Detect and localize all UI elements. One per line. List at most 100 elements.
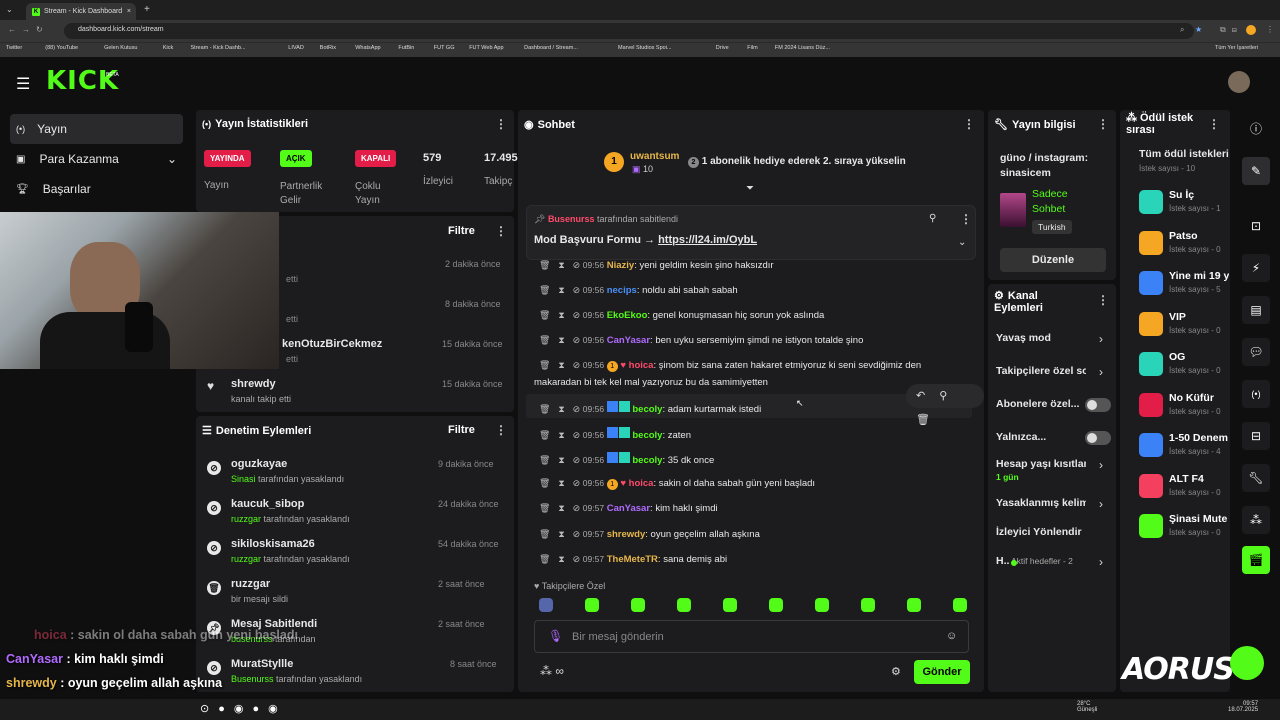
trash-icon[interactable]: 🗑︎	[539, 404, 550, 414]
channel-action[interactable]: Yalnızca...	[996, 431, 1086, 443]
all-bookmarks[interactable]: Tüm Yer İşaretleri	[1215, 45, 1258, 51]
mod-target[interactable]: kaucuk_sibop	[231, 498, 304, 510]
reward-name[interactable]: Su İç	[1169, 189, 1229, 201]
bookmark-item[interactable]: FUT GG	[434, 45, 455, 51]
bookmark-item[interactable]: Film	[747, 45, 757, 51]
timeout-icon[interactable]: ⧗	[558, 335, 564, 345]
trash-icon[interactable]: 🗑︎	[539, 310, 550, 320]
ban-icon[interactable]: ⊘	[573, 310, 581, 320]
bookmark-item[interactable]: Gelen Kutusu	[104, 45, 137, 51]
nav-arrows-icon[interactable]: ←→↻	[8, 25, 49, 34]
bookmark-item[interactable]: Twitter	[6, 45, 22, 51]
chevron-right-icon[interactable]: ›	[1099, 497, 1103, 511]
reward-name[interactable]: No Küfür	[1169, 392, 1229, 404]
sidebar-item-para-kazanma[interactable]: ▣ Para Kazanma ⌄	[10, 144, 183, 174]
emote-icon[interactable]	[723, 598, 737, 612]
close-tab-icon[interactable]: ×	[127, 8, 131, 15]
ban-icon[interactable]: ⊘	[573, 360, 581, 370]
browser-tab[interactable]: K Stream - Kick Dashboard ×	[26, 3, 136, 20]
emote-icon[interactable]	[585, 598, 599, 612]
chat-message[interactable]: 🗑︎ ⧗ ⊘ 09:56 CanYasar: ben uyku sersemiy…	[534, 335, 863, 346]
trash-icon[interactable]: 🗑︎	[539, 260, 550, 270]
bookmark-item[interactable]: Marvel Studios Spoi...	[618, 45, 672, 51]
chat-message[interactable]: 🗑︎ ⧗ ⊘ 09:56 becoly: adam kurtarmak iste…	[534, 401, 761, 415]
all-rewards[interactable]: Tüm ödül istekleri	[1139, 148, 1229, 160]
emote-icon[interactable]	[769, 598, 783, 612]
chat-message[interactable]: 🗑︎ ⧗ ⊘ 09:56 Niaziy: yeni geldim kesin ş…	[534, 260, 774, 271]
rewards-icon[interactable]: ⁂	[1242, 506, 1270, 534]
timeout-icon[interactable]: ⧗	[558, 404, 564, 414]
bookmark-item[interactable]: FUT Web App	[469, 45, 503, 51]
emote-icon[interactable]	[631, 598, 645, 612]
url-input[interactable]	[64, 23, 1194, 39]
info-menu-icon[interactable]: ⋮	[1097, 117, 1109, 131]
chat-message[interactable]: 🗑︎ ⧗ ⊘ 09:56 becoly: 35 dk once	[534, 452, 714, 466]
channel-action[interactable]: Takipçilere özel sol	[996, 365, 1086, 377]
trash-icon[interactable]: 🗑︎	[539, 554, 550, 564]
reward-name[interactable]: OG	[1169, 351, 1229, 363]
category-link[interactable]: Sadece Sohbet	[1032, 187, 1102, 217]
chat-message[interactable]: 🗑︎ ⧗ ⊘ 09:56 EkoEkoo: genel konuşmasan h…	[534, 310, 824, 321]
chat-message[interactable]: 🗑︎ ⧗ ⊘ 09:56 becoly: zaten	[534, 427, 691, 441]
timeout-icon[interactable]: ⧗	[558, 285, 564, 295]
bookmark-star-icon[interactable]: ★	[1195, 25, 1202, 34]
subs-only-toggle[interactable]	[1085, 398, 1111, 412]
sidebar-item-basarilar[interactable]: 🏆︎ Başarılar	[10, 174, 183, 204]
chat-username[interactable]: hoica	[629, 360, 654, 371]
timeout-icon[interactable]: ⧗	[558, 554, 564, 564]
clip-icon[interactable]: 🎬︎	[1242, 546, 1270, 574]
emoji-icon[interactable]: ☺	[946, 630, 957, 642]
trash-icon[interactable]: 🗑︎	[539, 503, 550, 513]
mod-target[interactable]: oguzkayae	[231, 458, 287, 470]
screen-icon[interactable]: ⊡	[1242, 212, 1270, 240]
mod-target[interactable]: MuratStyllle	[231, 658, 293, 670]
timeout-icon[interactable]: ⧗	[558, 478, 564, 488]
channel-action[interactable]: İzleyici Yönlendir	[996, 526, 1086, 538]
chevron-right-icon[interactable]: ›	[1099, 555, 1103, 569]
moderation-menu-icon[interactable]: ⋮	[495, 423, 507, 437]
bookmark-item[interactable]: BotRix	[320, 45, 336, 51]
activity-filter[interactable]: Filtre	[448, 225, 475, 237]
search-icon[interactable]: ⌕	[1180, 25, 1184, 35]
edit-button[interactable]: Düzenle	[1000, 248, 1106, 272]
edit-pencil-icon[interactable]: ✎	[1242, 157, 1270, 185]
chat-bubble-icon[interactable]: 💬︎	[1242, 338, 1270, 366]
notes-icon[interactable]: ▤	[1242, 296, 1270, 324]
chat-message[interactable]: 🗑︎ ⧗ ⊘ 09:57 shrewdy: oyun geçelim allah…	[534, 529, 760, 540]
ban-icon[interactable]: ⊘	[573, 260, 581, 270]
emote-icon[interactable]	[907, 598, 921, 612]
extensions-icon[interactable]: ⧉⊟	[1220, 25, 1243, 35]
chat-username[interactable]: becoly	[632, 430, 662, 441]
chat-username[interactable]: CanYasar	[607, 503, 650, 514]
chat-message[interactable]: 🗑︎ ⧗ ⊘ 09:56 1 ♥ hoica: sakin ol daha sa…	[534, 478, 815, 490]
tab-list-icon[interactable]: ⌄	[6, 5, 13, 14]
bookmark-item[interactable]: Drive	[716, 45, 729, 51]
channel-action[interactable]: Hesap yaşı kısıtlam	[996, 458, 1086, 470]
bookmark-item[interactable]: Dashboard / Stream...	[524, 45, 578, 51]
timeout-icon[interactable]: ⧗	[558, 310, 564, 320]
bookmark-item[interactable]: WhatsApp	[355, 45, 380, 51]
channel-menu-icon[interactable]: ⋮	[1097, 293, 1109, 307]
emote-icon[interactable]	[861, 598, 875, 612]
trash-icon[interactable]: 🗑︎	[539, 360, 550, 370]
wrench-icon[interactable]: 🔧︎	[1242, 464, 1270, 492]
exclusive-toggle[interactable]	[1085, 431, 1111, 445]
bookmark-item[interactable]: FM 2024 Lisans Düz...	[775, 45, 830, 51]
hamburger-icon[interactable]: ☰	[16, 74, 30, 94]
bookmark-item[interactable]: Stream - Kick Dashb...	[191, 45, 246, 51]
top-gifter-name[interactable]: uwantsum	[630, 151, 679, 162]
chat-username[interactable]: hoica	[629, 478, 654, 489]
emote-icon[interactable]	[539, 598, 553, 612]
chevron-right-icon[interactable]: ›	[1099, 458, 1103, 472]
trash-icon[interactable]: 🗑︎	[539, 529, 550, 539]
trash-icon[interactable]: 🗑︎	[539, 478, 550, 488]
avatar[interactable]	[1228, 71, 1250, 93]
rewards-menu-icon[interactable]: ⋮	[1208, 117, 1220, 131]
pin-icon[interactable]: ⚲	[929, 213, 936, 224]
mod-target[interactable]: ruzzgar	[231, 578, 270, 590]
timeout-icon[interactable]: ⧗	[558, 360, 564, 370]
sidebar-item-yayin[interactable]: (•) Yayın	[10, 114, 183, 144]
pinned-link[interactable]: https://l24.im/OybL	[658, 234, 757, 246]
chat-username[interactable]: necips	[607, 285, 637, 296]
activity-menu-icon[interactable]: ⋮	[495, 224, 507, 238]
